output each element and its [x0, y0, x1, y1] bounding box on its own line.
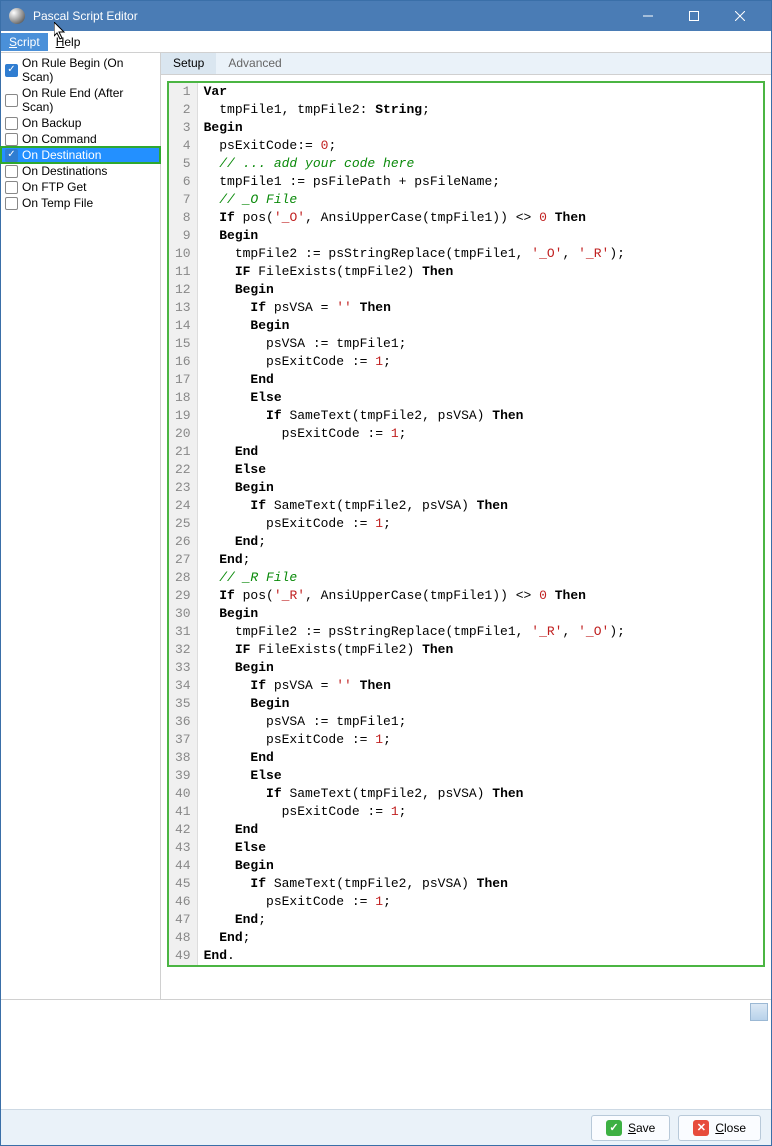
line-gutter: 1234567891011121314151617181920212223242… [169, 83, 198, 965]
app-icon [9, 8, 25, 24]
minimize-button[interactable] [625, 1, 671, 31]
checkbox[interactable] [5, 64, 18, 77]
checkbox[interactable] [5, 117, 18, 130]
close-button[interactable]: ✕ Close [678, 1115, 761, 1141]
checkbox[interactable] [5, 149, 18, 162]
save-label: S [628, 1121, 636, 1135]
sidebar-label: On FTP Get [22, 180, 86, 194]
sidebar-label: On Temp File [22, 196, 93, 210]
editor-area[interactable]: 1234567891011121314151617181920212223242… [161, 75, 771, 999]
check-icon: ✓ [606, 1120, 622, 1136]
menu-script[interactable]: Script [1, 33, 48, 51]
checkbox[interactable] [5, 165, 18, 178]
tab-bar: SetupAdvanced [161, 53, 771, 75]
sidebar-item-on-command[interactable]: On Command [1, 131, 160, 147]
sidebar-label: On Rule End (After Scan) [22, 86, 156, 114]
sidebar-item-on-destination[interactable]: On Destination [1, 147, 160, 163]
sidebar: On Rule Begin (On Scan)On Rule End (Afte… [1, 53, 161, 999]
checkbox[interactable] [5, 133, 18, 146]
sidebar-item-on-temp-file[interactable]: On Temp File [1, 195, 160, 211]
sidebar-label: On Rule Begin (On Scan) [22, 56, 156, 84]
checkbox[interactable] [5, 94, 18, 107]
tab-advanced[interactable]: Advanced [216, 53, 293, 74]
sidebar-item-on-rule-begin-on-scan-[interactable]: On Rule Begin (On Scan) [1, 55, 160, 85]
sidebar-label: On Backup [22, 116, 81, 130]
sidebar-label: On Command [22, 132, 97, 146]
close-label: C [715, 1121, 724, 1135]
sidebar-item-on-ftp-get[interactable]: On FTP Get [1, 179, 160, 195]
code-content[interactable]: Var tmpFile1, tmpFile2: String;Begin psE… [198, 83, 631, 965]
checkbox[interactable] [5, 197, 18, 210]
maximize-button[interactable] [671, 1, 717, 31]
tab-setup[interactable]: Setup [161, 53, 216, 74]
menubar: ScriptHelp [1, 31, 771, 53]
sidebar-item-on-rule-end-after-scan-[interactable]: On Rule End (After Scan) [1, 85, 160, 115]
sidebar-label: On Destination [22, 148, 101, 162]
window-title: Pascal Script Editor [33, 9, 625, 23]
close-window-button[interactable] [717, 1, 763, 31]
titlebar[interactable]: Pascal Script Editor [1, 1, 771, 31]
sidebar-item-on-destinations[interactable]: On Destinations [1, 163, 160, 179]
sidebar-label: On Destinations [22, 164, 107, 178]
x-icon: ✕ [693, 1120, 709, 1136]
menu-help[interactable]: Help [48, 33, 89, 51]
save-button[interactable]: ✓ Save [591, 1115, 670, 1141]
output-panel[interactable] [1, 999, 771, 1109]
sidebar-item-on-backup[interactable]: On Backup [1, 115, 160, 131]
checkbox[interactable] [5, 181, 18, 194]
footer: ✓ Save ✕ Close [1, 1109, 771, 1145]
